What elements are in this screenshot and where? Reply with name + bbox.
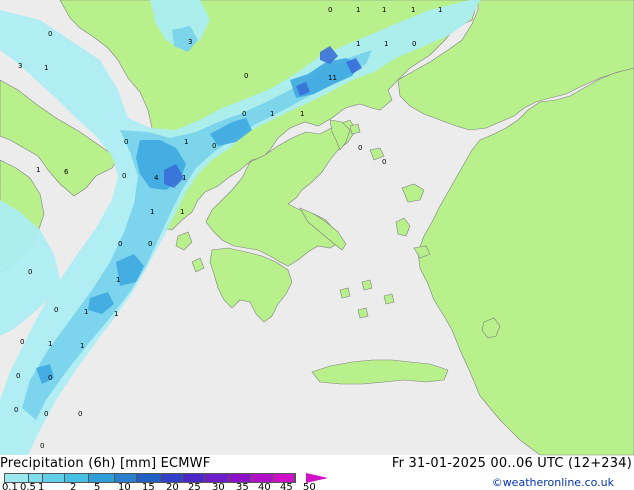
cyclades-island-4 [357,307,369,319]
thasos-island [349,123,361,135]
legend-swatch-0 [5,474,29,482]
grid-value-29: 0 [118,240,122,248]
legend-label-0: 0.1 [2,482,18,490]
legend-swatch-3 [65,474,89,482]
grid-value-2: 1 [382,6,386,14]
legend-label-3: 2 [70,482,77,490]
grid-value-34: 1 [114,310,118,318]
grid-value-23: 4 [154,174,159,182]
grid-value-11: 0 [242,110,246,118]
legend-label-2: 1 [38,482,45,490]
grid-value-30: 0 [148,240,152,248]
grid-value-10: 11 [328,74,337,82]
grid-value-37: 1 [80,342,84,350]
legend-label-5: 10 [118,482,131,490]
grid-value-41: 0 [14,406,18,414]
grid-value-22: 6 [64,168,69,176]
grid-value-6: 0 [244,72,248,80]
grid-value-27: 1 [150,208,154,216]
legend-label-8: 25 [188,482,201,490]
grid-value-44: 0 [40,442,44,450]
legend-swatch-2 [43,474,65,482]
legend-swatch-5 [115,474,137,482]
legend-labels: 0.1 0.5 1 2 5 10 15 20 25 30 35 40 45 50 [0,482,340,490]
legend-label-13: 50 [303,482,316,490]
grid-value-1: 1 [356,6,360,14]
grid-value-18: 1 [44,64,48,72]
legend-label-4: 5 [94,482,101,490]
grid-value-5: 3 [188,38,192,46]
map-title: Precipitation (6h) [mm] ECMWF [0,456,211,471]
legend-swatch-11 [251,474,273,482]
grid-value-26: 0 [122,172,126,180]
valid-time: Fr 31-01-2025 00..06 UTC (12+234) [391,456,632,471]
grid-value-42: 0 [44,410,48,418]
cyclades-island-2 [361,279,373,291]
legend-label-12: 45 [280,482,293,490]
legend-label-1: 0.5 [20,482,36,490]
cyclades-island-3 [383,293,395,305]
legend-label-11: 40 [258,482,271,490]
grid-value-43: 0 [78,410,82,418]
grid-value-36: 1 [48,340,52,348]
map-canvas: 0 1 1 1 1301 1 0110 1 10003 11 01 64 1001 10 0101 101 10… [0,0,634,456]
grid-value-0: 0 [328,6,332,14]
legend-swatch-12 [273,474,295,482]
grid-value-16: 0 [48,30,52,38]
legend-label-6: 15 [142,482,155,490]
grid-value-40: 0 [48,374,52,382]
grid-value-13: 1 [300,110,304,118]
grid-value-17: 3 [18,62,22,70]
legend-swatch-4 [89,474,115,482]
grid-value-20: 0 [212,142,216,150]
grid-value-7: 1 [356,40,360,48]
cyclades-island-1 [339,287,351,299]
grid-value-35: 0 [54,306,58,314]
grid-value-15: 0 [382,158,386,166]
grid-value-21: 1 [36,166,40,174]
legend-swatch-1 [29,474,43,482]
grid-value-31: 1 [116,276,120,284]
legend-swatch-7 [161,474,183,482]
copyright-link[interactable]: ©weatheronline.co.uk [492,476,614,489]
grid-value-3: 1 [411,6,415,14]
legend-swatch-10 [229,474,251,482]
legend-swatch-9 [205,474,229,482]
grid-value-38: 0 [20,338,24,346]
grid-value-33: 1 [84,308,88,316]
legend-label-9: 30 [212,482,225,490]
legend-label-10: 35 [236,482,249,490]
grid-value-8: 1 [384,40,388,48]
grid-value-12: 1 [270,110,274,118]
grid-value-24: 1 [182,174,186,182]
grid-value-19: 1 [184,138,188,146]
grid-value-9: 0 [412,40,416,48]
weather-map: 0 1 1 1 1 3 0 1 1 0 11 0 1 1 0 0 0 3 1 1 0 1 6 4 1 0 0 1 1 0 0 1 0 1 1 0 1 1 0… [0,0,634,490]
grid-value-32: 0 [28,268,32,276]
legend-swatch-6 [137,474,161,482]
grid-value-4: 1 [438,6,442,14]
color-legend: 0.1 0.5 1 2 5 10 15 20 25 30 35 40 45 50 [0,472,340,490]
grid-value-25: 0 [124,138,128,146]
grid-value-14: 0 [358,144,362,152]
grid-value-28: 1 [180,208,184,216]
grid-value-39: 0 [16,372,20,380]
legend-label-7: 20 [166,482,179,490]
legend-swatch-8 [183,474,205,482]
